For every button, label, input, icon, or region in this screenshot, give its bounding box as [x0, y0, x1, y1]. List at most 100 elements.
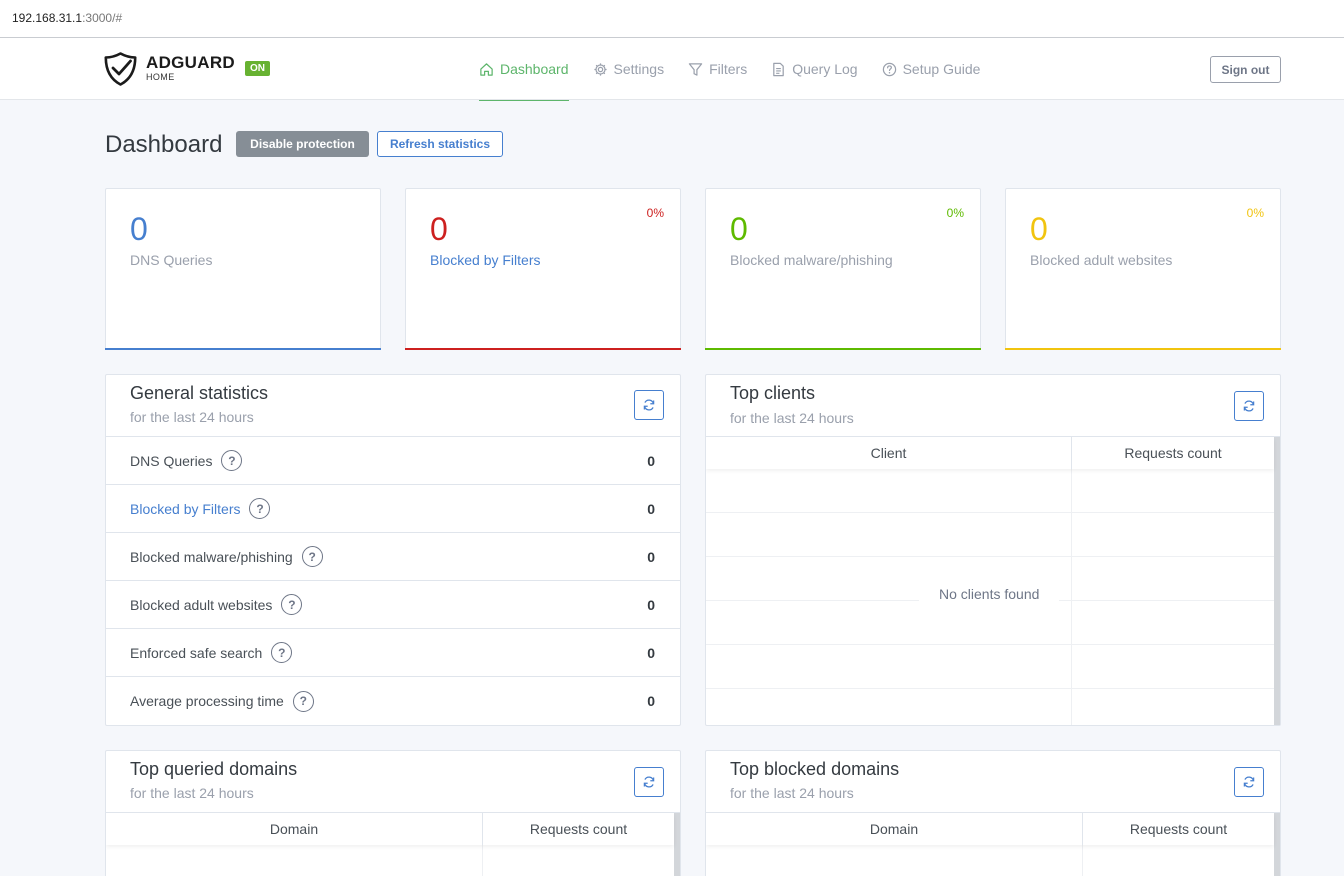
url-path: :3000/# [82, 11, 123, 25]
stat-accent-bar [1005, 348, 1281, 350]
main-nav: Dashboard Settings Filters Query Log Set… [479, 38, 1004, 101]
question-icon[interactable]: ? [292, 690, 314, 712]
question-icon[interactable]: ? [271, 642, 293, 663]
panel-subtitle: for the last 24 hours [730, 785, 854, 801]
column-header-client[interactable]: Client [706, 437, 1072, 469]
panel-header: Top blocked domains for the last 24 hour… [706, 751, 1280, 813]
top-queried-domains-panel: Top queried domains for the last 24 hour… [105, 750, 681, 876]
stats-row-label: Blocked malware/phishing? [130, 546, 323, 567]
stats-row-label: Average processing time? [130, 690, 314, 712]
stat-label: Blocked adult websites [1030, 252, 1173, 268]
url-host: 192.168.31.1 [12, 11, 83, 25]
nav-setup-guide-label: Setup Guide [902, 61, 981, 77]
refresh-top-blocked-button[interactable] [1234, 767, 1264, 797]
question-icon[interactable]: ? [301, 546, 323, 567]
refresh-icon [1243, 776, 1255, 788]
table-scrollbar[interactable] [1274, 437, 1280, 725]
nav-setup-guide[interactable]: Setup Guide [882, 38, 981, 100]
column-header-requests[interactable]: Requests count [1083, 813, 1274, 845]
url-text[interactable]: 192.168.31.1:3000/# [12, 11, 122, 25]
stat-card-blocked-filters: 0 Blocked by Filters 0% [405, 188, 681, 350]
panel-subtitle: for the last 24 hours [130, 409, 254, 425]
nav-dashboard-label: Dashboard [500, 61, 569, 77]
logo-subtitle: HOME [146, 72, 175, 82]
nav-dashboard[interactable]: Dashboard [479, 38, 569, 101]
question-icon[interactable]: ? [221, 450, 243, 471]
stat-label[interactable]: Blocked by Filters [430, 252, 540, 268]
column-header-domain[interactable]: Domain [706, 813, 1083, 845]
table-header: Domain Requests count [706, 813, 1274, 845]
nav-settings-label: Settings [613, 61, 665, 77]
refresh-statistics-button[interactable]: Refresh statistics [377, 131, 503, 157]
filter-icon [688, 62, 703, 76]
question-icon[interactable]: ? [249, 498, 271, 519]
nav-query-log[interactable]: Query Log [771, 38, 858, 100]
sign-out-button[interactable]: Sign out [1210, 56, 1281, 83]
refresh-icon [643, 776, 655, 788]
stat-percent: 0% [946, 206, 964, 220]
table-row [706, 845, 1274, 876]
panel-header: Top queried domains for the last 24 hour… [106, 751, 680, 813]
stats-row-value: 0 [647, 644, 655, 661]
disable-protection-button[interactable]: Disable protection [236, 131, 369, 157]
stat-card-blocked-malware: 0 Blocked malware/phishing 0% [705, 188, 981, 350]
nav-settings[interactable]: Settings [593, 38, 665, 100]
stats-row-label: DNS Queries? [130, 450, 243, 471]
table-scrollbar[interactable] [1274, 813, 1280, 876]
panel-subtitle: for the last 24 hours [730, 410, 854, 426]
table-header: Client Requests count [706, 437, 1274, 469]
stats-row-value: 0 [647, 596, 655, 613]
browser-address-bar[interactable]: 192.168.31.1:3000/# [0, 0, 1344, 38]
table-row [106, 845, 674, 876]
stats-row-value: 0 [647, 548, 655, 565]
column-header-domain[interactable]: Domain [106, 813, 483, 845]
stat-value: 0 [430, 211, 448, 247]
panel-title: General statistics [130, 383, 269, 403]
stat-accent-bar [105, 348, 381, 350]
nav-filters[interactable]: Filters [688, 38, 747, 100]
stats-row-text: Blocked malware/phishing [130, 548, 293, 565]
shield-check-icon [104, 52, 137, 86]
table-scrollbar[interactable] [674, 813, 680, 876]
refresh-top-queried-button[interactable] [634, 767, 664, 797]
stats-row-text: DNS Queries [130, 452, 213, 469]
refresh-general-stats-button[interactable] [634, 390, 664, 420]
stat-percent: 0% [646, 206, 664, 220]
panel-subtitle: for the last 24 hours [130, 785, 254, 801]
nav-filters-label: Filters [709, 61, 748, 77]
stat-value: 0 [130, 211, 148, 247]
stats-row-blocked-filters: Blocked by Filters? 0 [106, 485, 680, 533]
stat-card-blocked-adult: 0 Blocked adult websites 0% [1005, 188, 1281, 350]
stat-accent-bar [405, 348, 681, 350]
top-blocked-domains-panel: Top blocked domains for the last 24 hour… [705, 750, 1281, 876]
document-icon [773, 62, 785, 76]
panel-header: Top clients for the last 24 hours [706, 375, 1280, 437]
queried-domains-table: Domain Requests count [106, 813, 680, 876]
adguard-logo[interactable]: ADGUARD HOME [104, 52, 235, 86]
panel-header: General statistics for the last 24 hours [106, 375, 680, 437]
table-row [706, 645, 1274, 689]
panel-title: Top clients [730, 383, 816, 403]
stats-row-safe-search: Enforced safe search? 0 [106, 629, 680, 677]
home-icon [480, 62, 493, 76]
general-statistics-panel: General statistics for the last 24 hours… [105, 374, 681, 726]
refresh-top-clients-button[interactable] [1234, 391, 1264, 421]
column-header-requests[interactable]: Requests count [1072, 437, 1274, 469]
stats-row-blocked-adult: Blocked adult websites? 0 [106, 581, 680, 629]
stats-row-value: 0 [647, 452, 655, 469]
stats-row-value: 0 [647, 693, 655, 709]
table-row [706, 469, 1274, 513]
stats-row-label: Blocked adult websites? [130, 594, 303, 615]
stat-accent-bar [705, 348, 981, 350]
top-clients-panel: Top clients for the last 24 hours Client… [705, 374, 1281, 726]
stats-row-text[interactable]: Blocked by Filters [130, 501, 240, 517]
column-header-requests[interactable]: Requests count [483, 813, 674, 845]
stats-row-dns-queries: DNS Queries? 0 [106, 437, 680, 485]
table-row [706, 689, 1274, 725]
table-header: Domain Requests count [106, 813, 674, 845]
gear-icon [593, 62, 607, 76]
stat-percent: 0% [1246, 206, 1264, 220]
question-icon[interactable]: ? [281, 594, 303, 615]
stats-row-label[interactable]: Blocked by Filters? [130, 498, 271, 519]
stat-value: 0 [1030, 211, 1048, 247]
